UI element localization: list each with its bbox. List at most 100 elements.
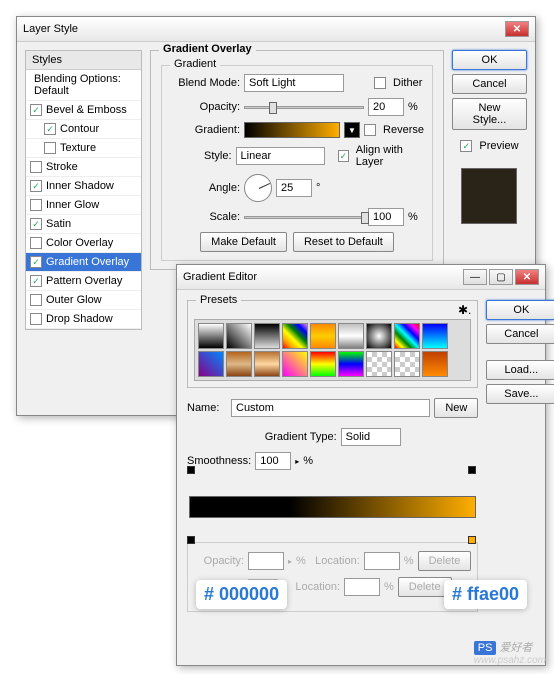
- style-item-inner-shadow[interactable]: ✓Inner Shadow: [26, 177, 141, 196]
- name-input[interactable]: [231, 399, 430, 417]
- preset-swatch[interactable]: [394, 323, 420, 349]
- minimize-icon[interactable]: —: [463, 269, 487, 285]
- new-button[interactable]: New: [434, 398, 478, 418]
- style-item-pattern-overlay[interactable]: ✓Pattern Overlay: [26, 272, 141, 291]
- style-item-bevel-emboss[interactable]: ✓Bevel & Emboss: [26, 101, 141, 120]
- align-checkbox[interactable]: ✓: [338, 150, 349, 162]
- preset-swatch[interactable]: [226, 351, 252, 377]
- preset-swatch[interactable]: [254, 323, 280, 349]
- scale-slider[interactable]: [244, 216, 364, 219]
- preview-label: Preview: [479, 140, 518, 152]
- close-icon[interactable]: ✕: [505, 21, 529, 37]
- smoothness-input[interactable]: [255, 452, 291, 470]
- style-item-stroke[interactable]: Stroke: [26, 158, 141, 177]
- make-default-button[interactable]: Make Default: [200, 232, 287, 252]
- style-item-outer-glow[interactable]: Outer Glow: [26, 291, 141, 310]
- load-button[interactable]: Load...: [486, 360, 554, 380]
- checkbox[interactable]: ✓: [30, 275, 42, 287]
- hex-annotation-right: # ffae00: [444, 580, 527, 609]
- preset-swatch[interactable]: [310, 323, 336, 349]
- preset-swatch[interactable]: [226, 323, 252, 349]
- style-item-contour[interactable]: ✓Contour: [26, 120, 141, 139]
- titlebar[interactable]: Gradient Editor — ▢ ✕: [177, 265, 545, 290]
- gradient-bar[interactable]: [189, 496, 476, 518]
- color-stop-right[interactable]: [468, 536, 478, 548]
- preset-swatch[interactable]: [366, 323, 392, 349]
- style-item-inner-glow[interactable]: Inner Glow: [26, 196, 141, 215]
- gear-icon[interactable]: ✱.: [458, 303, 471, 317]
- preset-swatch[interactable]: [338, 323, 364, 349]
- style-item-color-overlay[interactable]: Color Overlay: [26, 234, 141, 253]
- checkbox[interactable]: ✓: [30, 180, 42, 192]
- style-select[interactable]: Linear: [236, 147, 325, 165]
- reverse-checkbox[interactable]: [364, 124, 376, 136]
- maximize-icon[interactable]: ▢: [489, 269, 513, 285]
- opacity-slider[interactable]: [244, 106, 364, 109]
- style-item-drop-shadow[interactable]: Drop Shadow: [26, 310, 141, 329]
- save-button[interactable]: Save...: [486, 384, 554, 404]
- dither-label: Dither: [393, 77, 422, 89]
- style-item-texture[interactable]: Texture: [26, 139, 141, 158]
- checkbox[interactable]: ✓: [44, 123, 56, 135]
- opacity-input[interactable]: [368, 98, 404, 116]
- preset-swatch[interactable]: [198, 351, 224, 377]
- checkbox[interactable]: ✓: [30, 104, 42, 116]
- group-title: Gradient Overlay: [159, 43, 256, 55]
- checkbox[interactable]: ✓: [30, 218, 42, 230]
- titlebar[interactable]: Layer Style ✕: [17, 17, 535, 42]
- cancel-button[interactable]: Cancel: [452, 74, 527, 94]
- scale-input[interactable]: [368, 208, 404, 226]
- opacity-label: Opacity:: [170, 101, 240, 113]
- preset-grid: [194, 319, 471, 381]
- style-item-satin[interactable]: ✓Satin: [26, 215, 141, 234]
- checkbox[interactable]: [30, 161, 42, 173]
- cancel-button[interactable]: Cancel: [486, 324, 554, 344]
- checkbox[interactable]: [30, 237, 42, 249]
- blend-mode-select[interactable]: Soft Light: [244, 74, 344, 92]
- chevron-down-icon[interactable]: ▼: [344, 122, 360, 138]
- styles-header[interactable]: Styles: [26, 51, 141, 70]
- checkbox[interactable]: [30, 313, 42, 325]
- preset-swatch[interactable]: [366, 351, 392, 377]
- preset-swatch[interactable]: [310, 351, 336, 377]
- checkbox[interactable]: [44, 142, 56, 154]
- gradient-preview[interactable]: [244, 122, 340, 138]
- preview-swatch: [461, 168, 517, 224]
- preset-swatch[interactable]: [422, 351, 448, 377]
- preset-swatch[interactable]: [282, 323, 308, 349]
- angle-input[interactable]: [276, 179, 312, 197]
- ok-button[interactable]: OK: [452, 50, 527, 70]
- presets-label: Presets: [196, 294, 241, 306]
- style-item-gradient-overlay[interactable]: ✓Gradient Overlay: [26, 253, 141, 272]
- reverse-label: Reverse: [383, 124, 424, 136]
- preset-swatch[interactable]: [282, 351, 308, 377]
- preset-swatch[interactable]: [394, 351, 420, 377]
- preset-swatch[interactable]: [338, 351, 364, 377]
- gradient-type-select[interactable]: Solid: [341, 428, 401, 446]
- checkbox[interactable]: ✓: [30, 256, 42, 268]
- preset-swatch[interactable]: [422, 323, 448, 349]
- new-style-button[interactable]: New Style...: [452, 98, 527, 130]
- preview-checkbox[interactable]: ✓: [460, 140, 472, 152]
- preset-swatch[interactable]: [254, 351, 280, 377]
- watermark: PS爱好者 www.psahz.com: [474, 638, 546, 666]
- dialog-title: Layer Style: [23, 23, 78, 35]
- color-stop-left[interactable]: [187, 536, 197, 548]
- blending-options[interactable]: Blending Options: Default: [26, 70, 141, 101]
- stop-color-location-input: [344, 578, 380, 596]
- presets-group: Presets ✱.: [187, 300, 478, 388]
- ok-button[interactable]: OK: [486, 300, 554, 320]
- checkbox[interactable]: [30, 199, 42, 211]
- dither-checkbox[interactable]: [374, 77, 386, 89]
- blend-mode-label: Blend Mode:: [170, 77, 240, 89]
- reset-default-button[interactable]: Reset to Default: [293, 232, 394, 252]
- checkbox[interactable]: [30, 294, 42, 306]
- close-icon[interactable]: ✕: [515, 269, 539, 285]
- gradient-type-label: Gradient Type:: [265, 431, 337, 443]
- stop-location-input: [364, 552, 400, 570]
- angle-label: Angle:: [170, 182, 240, 194]
- styles-list: Styles Blending Options: Default ✓Bevel …: [25, 50, 142, 330]
- preset-swatch[interactable]: [198, 323, 224, 349]
- dialog-title: Gradient Editor: [183, 271, 257, 283]
- angle-dial[interactable]: [244, 174, 272, 202]
